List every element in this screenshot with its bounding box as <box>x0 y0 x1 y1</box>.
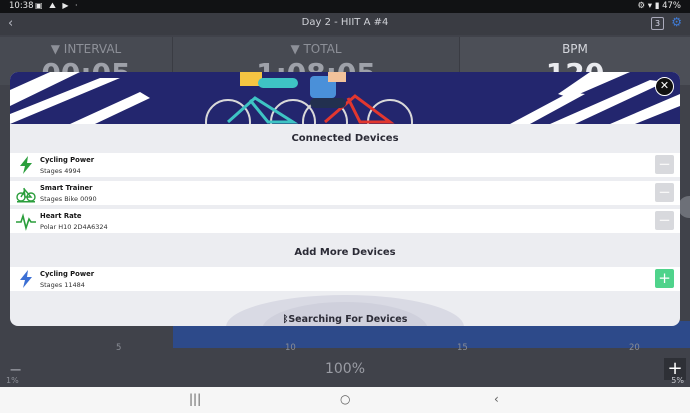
connected-devices-title: Connected Devices <box>291 133 399 144</box>
chart-tick: 15 <box>457 343 468 353</box>
device-id: Stages 11484 <box>40 281 85 289</box>
bpm-label: BPM <box>562 42 588 56</box>
close-button[interactable]: ✕ <box>655 77 674 96</box>
right-percent: 5% <box>671 376 684 385</box>
status-bar: 10:38 ▣ ⛰ ▶ · ⚙ ▾ ▮ 47% <box>0 0 690 13</box>
connected-device-row: Smart Trainer Stages Bike 0090 − <box>10 181 680 205</box>
device-name: Cycling Power <box>40 156 95 164</box>
power-bolt-icon <box>20 270 32 288</box>
navigation-bar: ||| ○ ‹ <box>0 387 690 413</box>
device-id: Stages Bike 0090 <box>40 195 97 203</box>
workout-header: ‹ Day 2 - HIIT A #4 3 ⚙ <box>0 13 690 35</box>
notification-icons: ▣ ⛰ ▶ · <box>35 1 80 10</box>
devices-modal: ✕ Connected Devices Cycling Power Stages… <box>10 72 680 326</box>
smart-trainer-icon <box>16 187 36 203</box>
workout-title: Day 2 - HIIT A #4 <box>301 17 389 28</box>
chart-tick: 5 <box>116 343 122 353</box>
device-id: Stages 4994 <box>40 167 81 175</box>
home-button[interactable]: ○ <box>340 392 350 406</box>
add-device-button[interactable]: + <box>655 269 674 288</box>
intensity-value: 100% <box>324 361 366 377</box>
chart-tick: 20 <box>629 343 640 353</box>
heartbeat-icon <box>16 213 36 231</box>
add-devices-title: Add More Devices <box>294 247 396 258</box>
available-device-row: Cycling Power Stages 11484 + <box>10 267 680 291</box>
device-id: Polar H10 2D4A6324 <box>40 223 108 231</box>
remove-device-button[interactable]: − <box>655 155 674 174</box>
interval-label: ▼ INTERVAL <box>50 42 122 56</box>
device-name: Cycling Power <box>40 270 95 278</box>
gear-icon[interactable]: ⚙ <box>671 15 682 29</box>
connected-device-row: Cycling Power Stages 4994 − <box>10 153 680 177</box>
searching-text: Searching For Devices <box>288 314 408 325</box>
hero-banner: ✕ <box>10 72 680 124</box>
chart-tick: 10 <box>285 343 296 353</box>
device-name: Heart Rate <box>40 212 82 220</box>
system-status-icons: ⚙ ▾ ▮ 47% <box>637 1 681 11</box>
recents-button[interactable]: ||| <box>189 392 201 406</box>
status-time: 10:38 <box>9 1 34 11</box>
remove-device-button[interactable]: − <box>655 183 674 202</box>
total-label: ▼ TOTAL <box>290 42 342 56</box>
cyclists-illustration <box>10 72 680 124</box>
intensity-controls: − 100% 1% + 5% <box>0 358 690 387</box>
remove-device-button[interactable]: − <box>655 211 674 230</box>
connected-device-row: Heart Rate Polar H10 2D4A6324 − <box>10 209 680 233</box>
count-badge[interactable]: 3 <box>651 17 664 30</box>
left-percent: 1% <box>6 376 19 385</box>
nav-back-button[interactable]: ‹ <box>494 392 499 406</box>
device-name: Smart Trainer <box>40 184 93 192</box>
power-bolt-icon <box>20 156 32 174</box>
searching-status: ᛒSearching For Devices <box>10 314 680 325</box>
